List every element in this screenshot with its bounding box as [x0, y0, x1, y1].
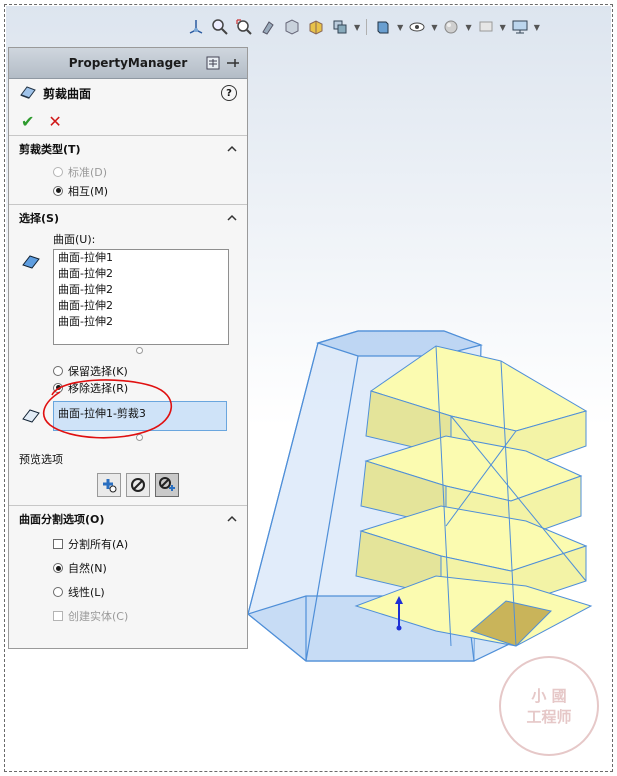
red-annotation-ellipse — [42, 379, 173, 439]
